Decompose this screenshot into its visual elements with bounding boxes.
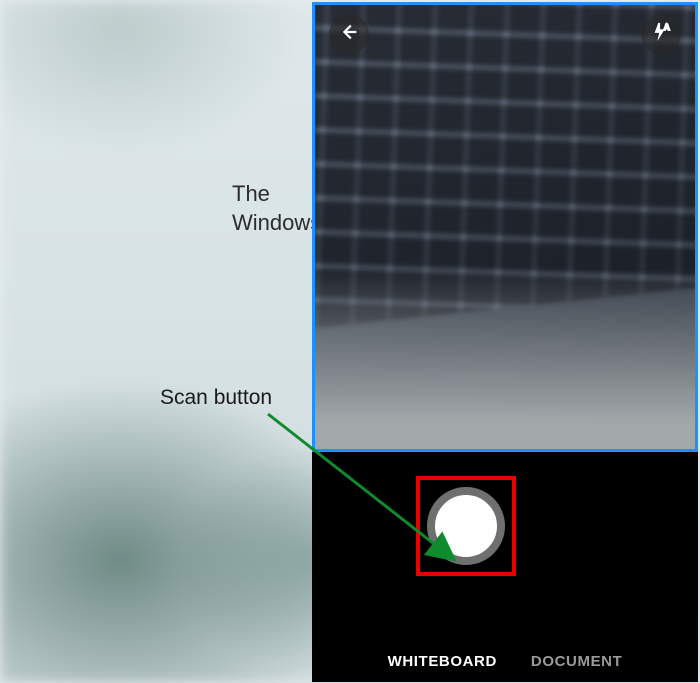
mode-whiteboard[interactable]: WHITEBOARD (388, 653, 497, 670)
camera-controls-bar: WHITEBOARD DOCUMENT (312, 456, 698, 682)
scan-mode-selector: WHITEBOARD DOCUMENT (312, 653, 698, 670)
viewfinder-live-image (315, 5, 695, 449)
shutter-area (466, 526, 544, 604)
flash-auto-icon: A (650, 21, 672, 48)
svg-text:A: A (664, 23, 670, 32)
back-arrow-icon (338, 21, 360, 48)
flash-toggle-button[interactable]: A (641, 14, 681, 54)
scan-shutter-button[interactable] (427, 487, 505, 565)
phone-scanner-window: A WHITEBOARD DOCUMENT (312, 2, 698, 682)
camera-top-bar: A (315, 5, 695, 63)
back-button[interactable] (329, 14, 369, 54)
camera-viewfinder[interactable]: A (312, 2, 698, 452)
mode-document[interactable]: DOCUMENT (531, 653, 622, 670)
annotation-label: Scan button (160, 386, 272, 410)
watermark-line1: The (232, 181, 270, 206)
